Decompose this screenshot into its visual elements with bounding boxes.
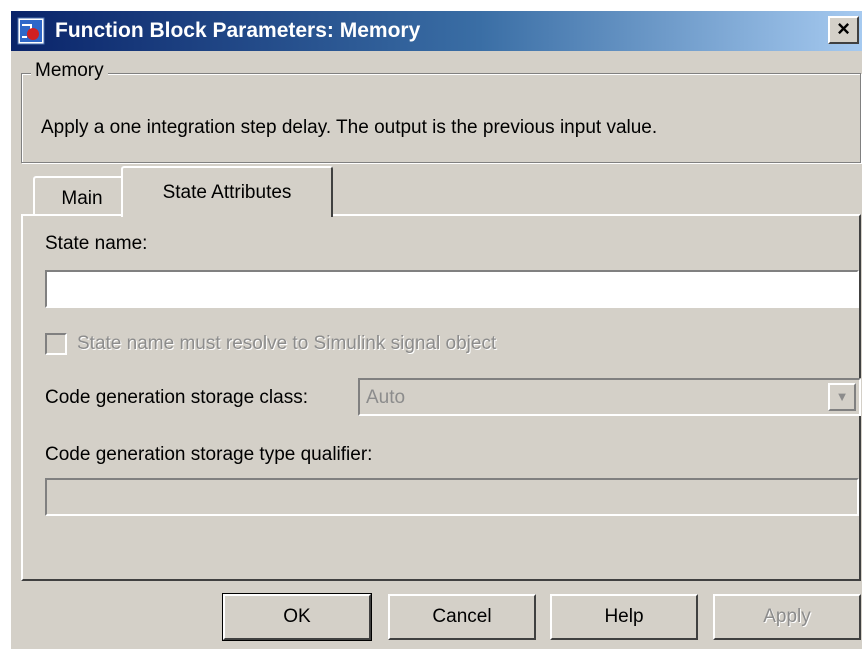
window-title: Function Block Parameters: Memory: [55, 19, 421, 42]
storage-class-select[interactable]: Auto ▼: [358, 378, 861, 416]
dialog-window: Function Block Parameters: Memory × Memo…: [10, 10, 862, 649]
title-bar[interactable]: Function Block Parameters: Memory ×: [11, 11, 862, 51]
apply-button[interactable]: Apply: [713, 594, 861, 640]
ok-button[interactable]: OK: [222, 593, 372, 641]
state-name-input[interactable]: [45, 270, 859, 308]
cancel-button[interactable]: Cancel: [388, 594, 536, 640]
type-qualifier-input[interactable]: [45, 478, 859, 516]
storage-class-value: Auto: [366, 387, 406, 408]
type-qualifier-label: Code generation storage type qualifier:: [45, 444, 373, 465]
resolve-signal-object-label: State name must resolve to Simulink sign…: [77, 333, 497, 354]
block-description: Apply a one integration step delay. The …: [41, 117, 658, 138]
help-button-label: Help: [604, 606, 644, 627]
chevron-down-icon[interactable]: ▼: [828, 383, 856, 411]
close-icon: ×: [837, 16, 850, 41]
state-attributes-panel: State name: State name must resolve to S…: [21, 214, 861, 581]
help-button[interactable]: Help: [550, 594, 698, 640]
tab-state-attributes[interactable]: State Attributes: [121, 166, 333, 217]
tab-main-label: Main: [61, 188, 103, 209]
close-button[interactable]: ×: [828, 16, 859, 44]
cancel-button-label: Cancel: [432, 606, 492, 627]
state-name-label: State name:: [45, 233, 148, 254]
tab-state-attributes-label: State Attributes: [162, 182, 292, 203]
simulink-block-icon: [17, 17, 45, 45]
resolve-signal-object-checkbox[interactable]: [45, 333, 67, 355]
ok-button-label: OK: [283, 606, 311, 627]
group-title: Memory: [31, 60, 108, 82]
tab-main[interactable]: Main: [33, 176, 131, 218]
apply-button-label: Apply: [763, 606, 811, 627]
storage-class-label: Code generation storage class:: [45, 387, 308, 408]
